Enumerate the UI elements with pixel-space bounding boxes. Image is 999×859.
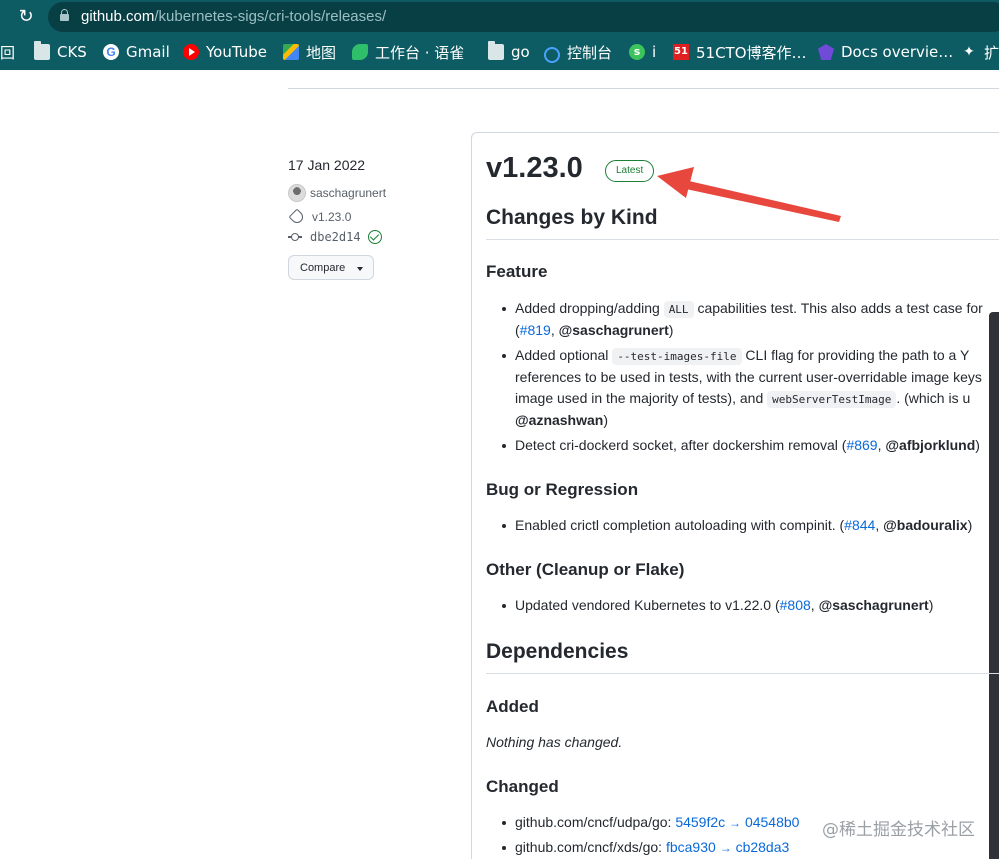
list-item: Enabled crictl completion autoloading wi… bbox=[501, 517, 973, 533]
tag-icon bbox=[288, 208, 306, 226]
bookmark-go[interactable]: go bbox=[488, 41, 530, 61]
nothing-changed-text: Nothing has changed. bbox=[486, 734, 623, 750]
s-icon: s bbox=[629, 44, 645, 60]
pr-link[interactable]: #819 bbox=[520, 322, 551, 338]
list-item-cont: image used in the majority of tests), an… bbox=[515, 390, 971, 408]
folder-icon bbox=[488, 41, 504, 60]
bookmark-console[interactable]: 控制台 bbox=[544, 43, 612, 63]
bookmark-51cto[interactable]: 51 51CTO博客作… bbox=[673, 43, 807, 62]
list-item: github.com/cncf/xds/go: fbca930 → cb28da… bbox=[501, 839, 790, 855]
heading-rule bbox=[486, 239, 999, 240]
heading-dependencies: Dependencies bbox=[486, 640, 629, 663]
commit-link[interactable]: cb28da3 bbox=[736, 839, 790, 855]
user-link[interactable]: @saschagrunert bbox=[559, 322, 669, 338]
bookmark-youtube[interactable]: YouTube bbox=[183, 43, 267, 61]
bookmark-extension[interactable]: ✦ 扩 bbox=[961, 43, 999, 62]
bookmark-docs[interactable]: Docs overvie… bbox=[818, 43, 953, 61]
address-bar: ↻ github.com/kubernetes-sigs/cri-tools/r… bbox=[0, 0, 999, 34]
heading-other: Other (Cleanup or Flake) bbox=[486, 560, 685, 579]
caret-down-icon bbox=[357, 267, 363, 271]
commit-link[interactable]: fbca930 bbox=[666, 839, 716, 855]
bookmark-cks[interactable]: CKS bbox=[34, 41, 87, 61]
release-date: 17 Jan 2022 bbox=[288, 157, 366, 173]
release-title[interactable]: v1.23.0 bbox=[486, 152, 583, 185]
compare-button[interactable]: Compare bbox=[288, 255, 374, 280]
maps-icon bbox=[283, 44, 299, 60]
lock-icon[interactable] bbox=[60, 9, 69, 21]
list-item: Added optional --test-images-file CLI fl… bbox=[501, 347, 970, 365]
user-link[interactable]: @saschagrunert bbox=[819, 597, 929, 613]
list-item-cont: @aznashwan) bbox=[515, 412, 609, 428]
watermark: @稀土掘金技术社区 bbox=[822, 820, 975, 840]
heading-feature: Feature bbox=[486, 262, 548, 281]
pr-link[interactable]: #808 bbox=[780, 597, 811, 613]
heading-changed: Changed bbox=[486, 777, 559, 796]
heading-bug: Bug or Regression bbox=[486, 480, 639, 499]
cloud-icon bbox=[544, 47, 560, 63]
bookmark-apps[interactable]: 回 bbox=[0, 43, 15, 62]
yuque-icon bbox=[352, 44, 368, 60]
avatar[interactable] bbox=[288, 184, 306, 202]
google-icon: G bbox=[103, 44, 119, 60]
list-item-cont: references to be used in tests, with the… bbox=[515, 369, 982, 385]
bookmarks-bar: 回 CKS G Gmail YouTube 地图 工作台 · 语雀 go 控制台 … bbox=[0, 34, 999, 70]
list-item: Added dropping/adding ALL capabilities t… bbox=[502, 300, 983, 318]
51cto-icon: 51 bbox=[673, 44, 689, 60]
list-item-cont: (#819, @saschagrunert) bbox=[515, 322, 674, 338]
url-text[interactable]: github.com/kubernetes-sigs/cri-tools/rel… bbox=[81, 8, 386, 25]
author-link[interactable]: saschagrunert bbox=[288, 184, 386, 202]
user-link[interactable]: @afbjorklund bbox=[885, 437, 975, 453]
pr-link[interactable]: #844 bbox=[844, 517, 875, 533]
folder-icon bbox=[34, 41, 50, 60]
docs-icon bbox=[818, 44, 834, 60]
reload-icon[interactable]: ↻ bbox=[16, 7, 36, 27]
pr-link[interactable]: #869 bbox=[846, 437, 877, 453]
heading-rule bbox=[486, 673, 999, 674]
commit-icon bbox=[288, 232, 302, 242]
bookmark-maps[interactable]: 地图 bbox=[283, 43, 336, 62]
extension-icon: ✦ bbox=[963, 44, 975, 60]
bookmark-i[interactable]: si bbox=[629, 43, 656, 61]
bookmark-gmail[interactable]: G Gmail bbox=[103, 43, 170, 61]
check-circle-icon[interactable] bbox=[367, 230, 382, 244]
list-item: Detect cri-dockerd socket, after dockers… bbox=[502, 437, 980, 453]
user-link[interactable]: @badouralix bbox=[883, 517, 967, 533]
commit-link[interactable]: 04548b0 bbox=[745, 814, 800, 830]
heading-changes-by-kind: Changes by Kind bbox=[486, 206, 658, 229]
list-item: github.com/cncf/udpa/go: 5459f2c → 04548… bbox=[501, 814, 800, 830]
heading-added: Added bbox=[486, 697, 539, 716]
list-item: Updated vendored Kubernetes to v1.22.0 (… bbox=[501, 597, 934, 613]
commit-link[interactable]: 5459f2c bbox=[675, 814, 725, 830]
divider bbox=[288, 88, 999, 89]
latest-badge: Latest bbox=[605, 160, 655, 182]
tag-link[interactable]: v1.23.0 bbox=[288, 208, 351, 226]
user-link[interactable]: @aznashwan bbox=[515, 412, 603, 428]
overlay-panel-edge bbox=[989, 312, 999, 859]
commit-link[interactable]: dbe2d14 bbox=[288, 230, 382, 244]
bookmark-yuque[interactable]: 工作台 · 语雀 bbox=[352, 43, 464, 62]
youtube-icon bbox=[183, 44, 199, 60]
